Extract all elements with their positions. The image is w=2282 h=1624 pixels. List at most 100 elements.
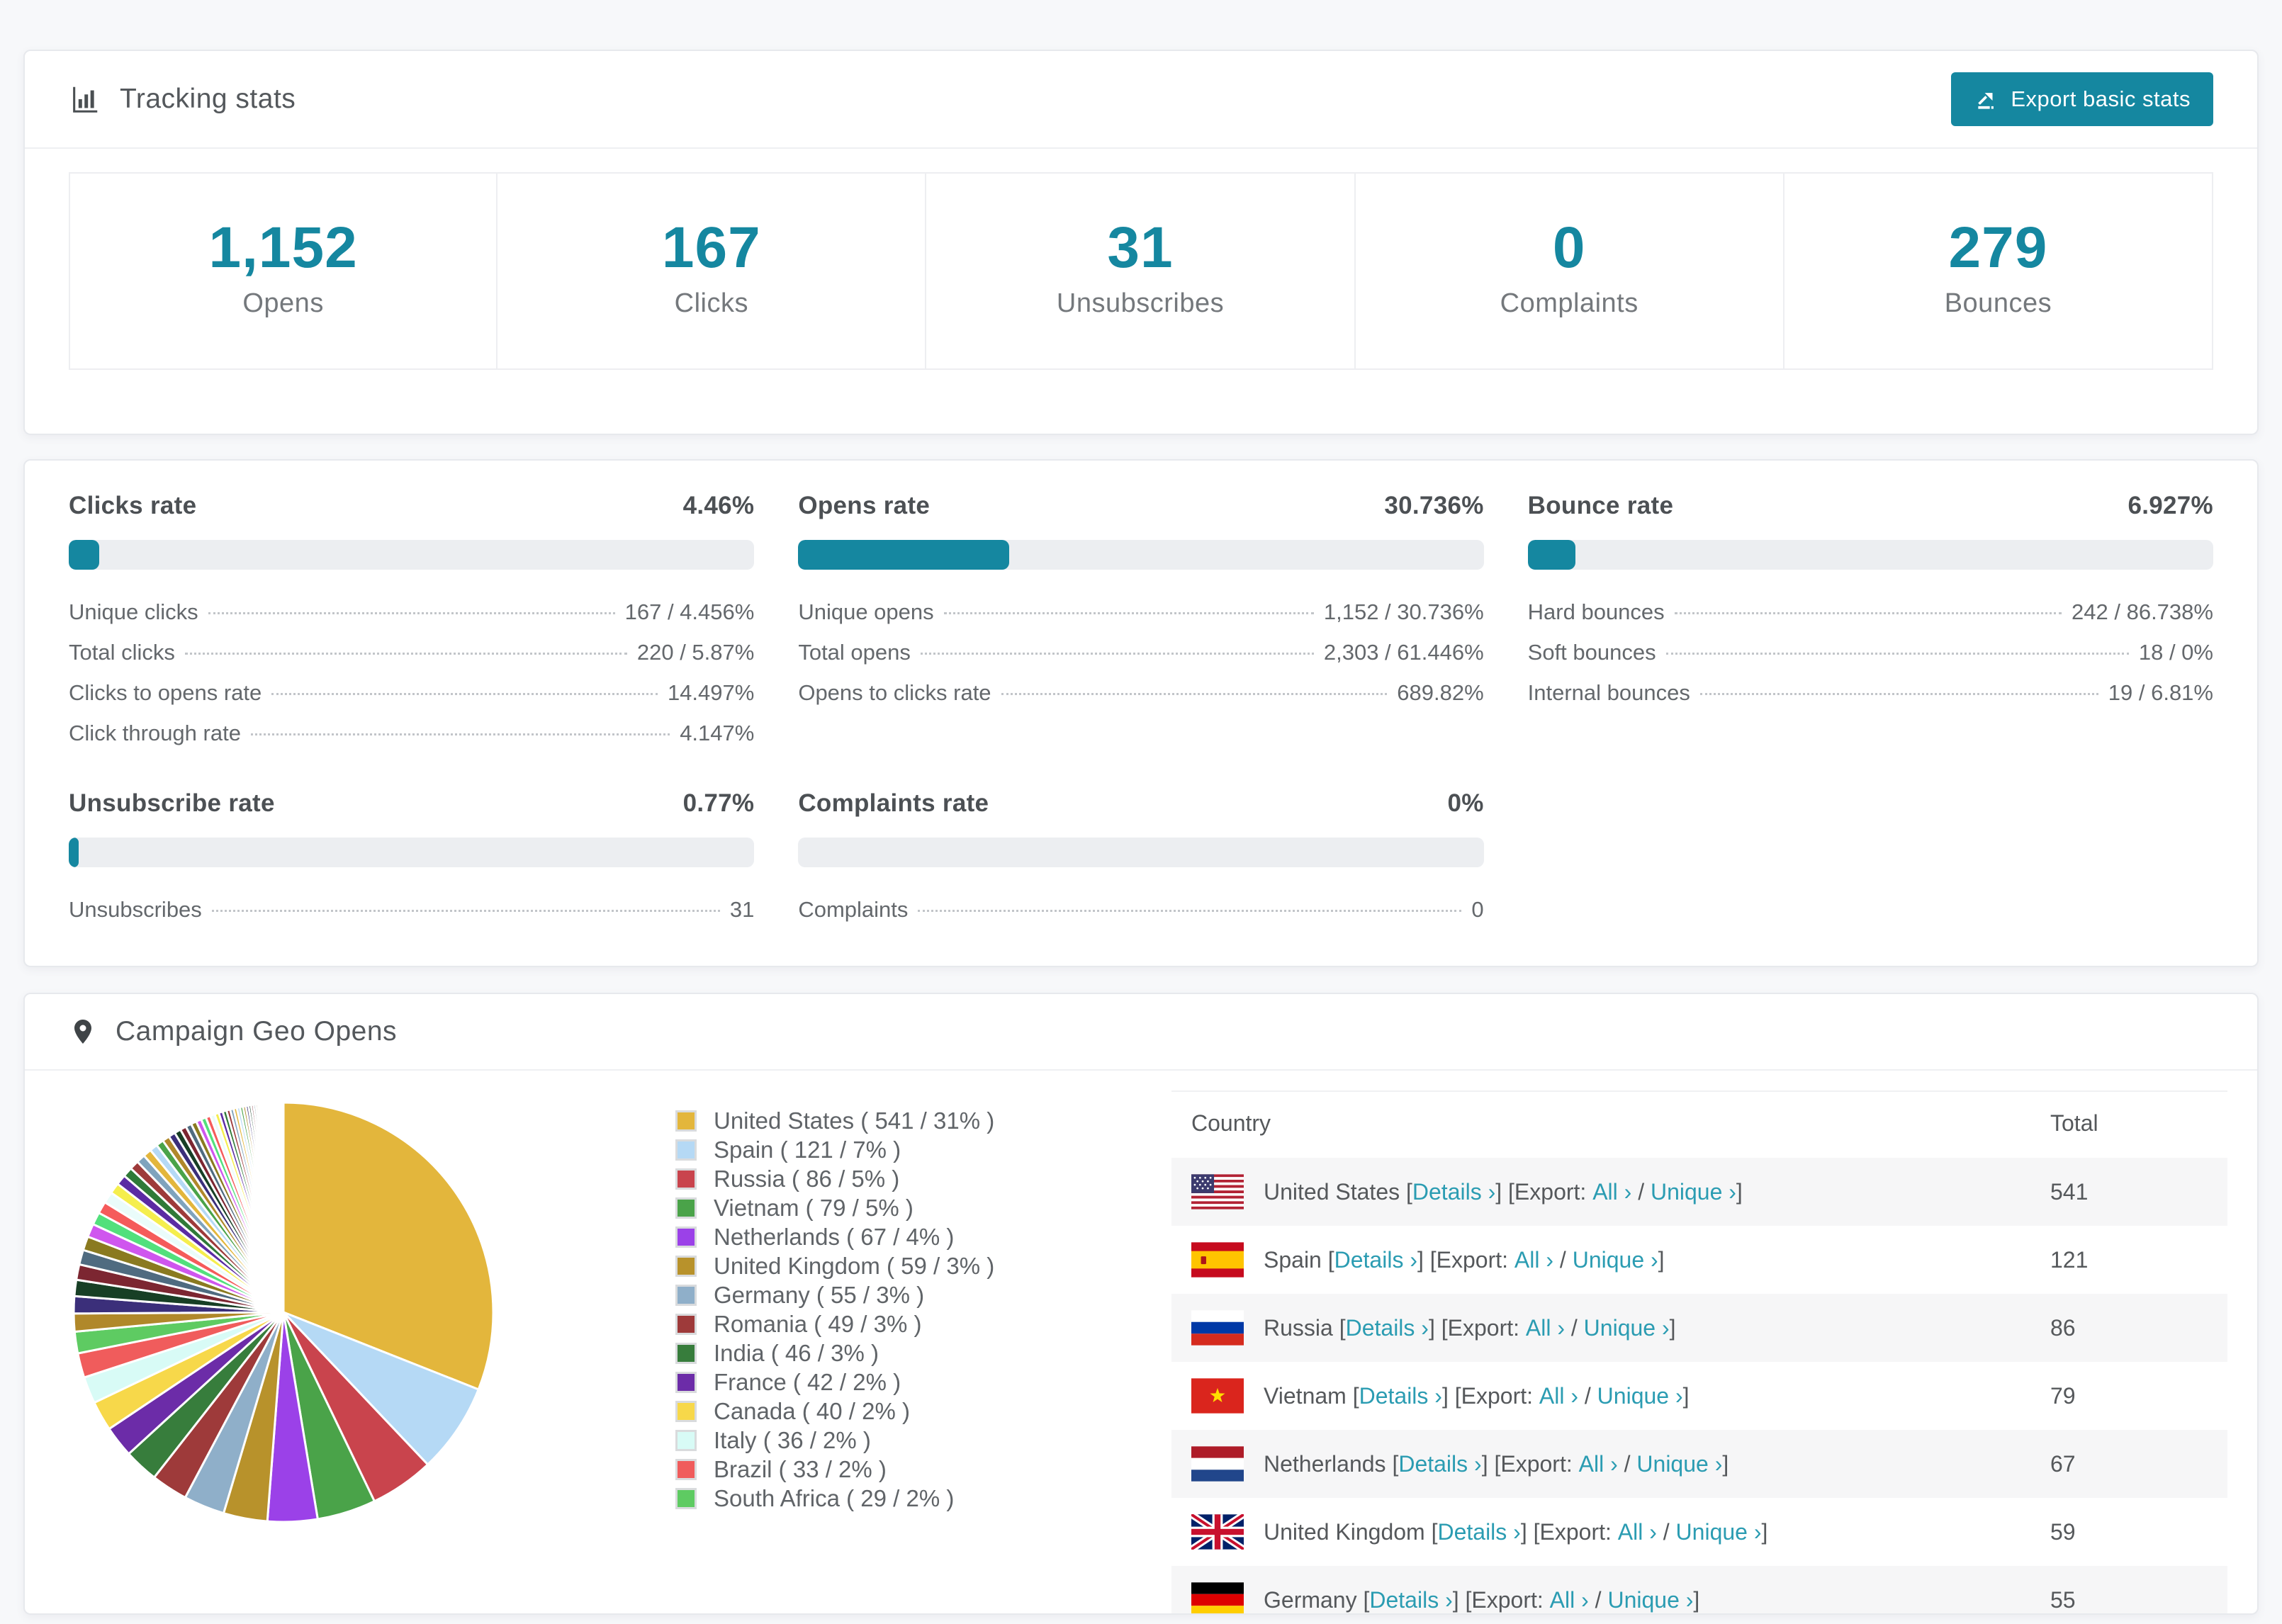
export-all-link[interactable]: All › (1526, 1315, 1565, 1341)
export-unique-link[interactable]: Unique › (1597, 1383, 1683, 1409)
rate-section: Bounce rate 6.927% Hard bounces 242 / 86… (1527, 492, 2213, 761)
rate-detail-row: Soft bounces 18 / 0% (1528, 640, 2213, 680)
country-name: Netherlands (1264, 1450, 1386, 1477)
rate-section: Clicks rate 4.46% Unique clicks 167 / 4.… (69, 492, 755, 761)
flag-ru-icon (1191, 1310, 1244, 1346)
rate-title: Clicks rate (69, 492, 197, 519)
details-link[interactable]: Details › (1369, 1587, 1452, 1613)
rate-detail-value: 31 (729, 897, 755, 922)
dotted-leader (1001, 693, 1388, 695)
export-all-link[interactable]: All › (1618, 1519, 1657, 1545)
stat-box: 1,152 Opens (69, 172, 498, 370)
country-name: Russia (1264, 1314, 1333, 1341)
rate-detail-value: 18 / 0% (2138, 640, 2213, 665)
flag-de-icon (1191, 1582, 1244, 1613)
legend-swatch (675, 1139, 697, 1161)
details-link[interactable]: Details › (1346, 1315, 1429, 1341)
rate-detail-label: Click through rate (69, 721, 241, 745)
export-basic-stats-button[interactable]: Export basic stats (1951, 72, 2213, 126)
rate-detail-value: 14.497% (667, 680, 755, 705)
dotted-leader (271, 693, 658, 695)
rate-detail-label: Soft bounces (1527, 640, 1656, 665)
export-all-link[interactable]: All › (1514, 1247, 1553, 1273)
details-link[interactable]: Details › (1398, 1451, 1481, 1477)
legend-item: Netherlands ( 67 / 4% ) (675, 1225, 1115, 1248)
country-name: United States (1264, 1178, 1400, 1205)
rate-detail-label: Total clicks (69, 640, 175, 665)
country-name: Germany (1264, 1586, 1357, 1613)
legend-item: Canada ( 40 / 2% ) (675, 1399, 1115, 1423)
rate-detail-row: Unsubscribes 31 (69, 897, 754, 937)
flag-vn-icon (1191, 1378, 1244, 1414)
rate-detail-value: 220 / 5.87% (636, 640, 755, 665)
legend-label: France ( 42 / 2% ) (714, 1369, 901, 1395)
legend-swatch (675, 1487, 697, 1509)
legend-label: Russia ( 86 / 5% ) (714, 1166, 900, 1192)
country-name: Vietnam (1264, 1382, 1347, 1409)
geo-table-header-row: Country Total (1171, 1090, 2227, 1158)
rate-title: Bounce rate (1527, 492, 1674, 519)
rate-title: Unsubscribe rate (69, 789, 275, 817)
export-unique-link[interactable]: Unique › (1676, 1519, 1762, 1545)
dotted-leader (1699, 693, 2098, 695)
rate-value: 0% (1447, 789, 1484, 817)
geo-table-wrap: Country Total United States [Details ›] … (1171, 1090, 2227, 1613)
details-link[interactable]: Details › (1359, 1383, 1442, 1409)
rate-detail-value: 0 (1471, 897, 1484, 922)
geo-title-text: Campaign Geo Opens (116, 1016, 398, 1047)
rate-detail-row: Hard bounces 242 / 86.738% (1528, 599, 2213, 640)
dotted-leader (250, 733, 670, 735)
rates-grid: Clicks rate 4.46% Unique clicks 167 / 4.… (69, 492, 2213, 937)
geo-table-row: Germany [Details ›] [Export: All › / Uni… (1171, 1566, 2227, 1613)
export-all-link[interactable]: All › (1539, 1383, 1578, 1409)
legend-item: Italy ( 36 / 2% ) (675, 1428, 1115, 1452)
progress-bar-fill (798, 540, 1009, 570)
dotted-leader (184, 653, 627, 655)
details-link[interactable]: Details › (1437, 1519, 1520, 1545)
stat-value: 0 (1552, 215, 1586, 280)
export-unique-link[interactable]: Unique › (1573, 1247, 1658, 1273)
country-total: 79 (2050, 1382, 2076, 1409)
rate-detail-label: Complaints (798, 897, 909, 922)
rate-value: 4.46% (682, 492, 755, 519)
rate-detail-value: 19 / 6.81% (2108, 680, 2213, 705)
stat-value: 1,152 (208, 215, 358, 280)
rate-detail-row: Total opens 2,303 / 61.446% (798, 640, 1483, 680)
legend-label: Germany ( 55 / 3% ) (714, 1282, 925, 1308)
stat-box: 167 Clicks (496, 172, 927, 370)
export-unique-link[interactable]: Unique › (1584, 1315, 1670, 1341)
export-unique-link[interactable]: Unique › (1636, 1451, 1722, 1477)
legend-item: Germany ( 55 / 3% ) (675, 1283, 1115, 1307)
export-all-link[interactable]: All › (1550, 1587, 1589, 1613)
legend-swatch (675, 1342, 697, 1364)
legend-label: Netherlands ( 67 / 4% ) (714, 1224, 955, 1250)
legend-swatch (675, 1429, 697, 1451)
export-all-link[interactable]: All › (1579, 1451, 1618, 1477)
legend-label: South Africa ( 29 / 2% ) (714, 1485, 955, 1511)
rate-value: 6.927% (2128, 492, 2213, 519)
geo-title: Campaign Geo Opens (69, 1015, 397, 1048)
details-link[interactable]: Details › (1412, 1179, 1495, 1205)
geo-pie-chart (67, 1096, 521, 1532)
progress-bar (1527, 540, 2213, 570)
export-all-link[interactable]: All › (1592, 1179, 1631, 1205)
progress-bar (798, 838, 1484, 867)
country-total: 55 (2050, 1586, 2076, 1613)
rate-detail-row: Clicks to opens rate 14.497% (69, 680, 754, 721)
legend-swatch (675, 1400, 697, 1422)
rate-value: 0.77% (682, 789, 755, 817)
country-total: 121 (2050, 1246, 2089, 1273)
rates-card: Clicks rate 4.46% Unique clicks 167 / 4.… (23, 459, 2259, 967)
country-total: 86 (2050, 1314, 2076, 1341)
stat-box: 0 Complaints (1354, 172, 1784, 370)
geo-body: United States ( 541 / 31% ) Spain ( 121 … (25, 1071, 2257, 1613)
rate-title: Complaints rate (798, 789, 989, 817)
geo-table-row: Spain [Details ›] [Export: All › / Uniqu… (1171, 1226, 2227, 1294)
stat-label: Unsubscribes (1056, 288, 1225, 318)
export-unique-link[interactable]: Unique › (1607, 1587, 1693, 1613)
details-link[interactable]: Details › (1334, 1247, 1417, 1273)
legend-item: United States ( 541 / 31% ) (675, 1109, 1115, 1132)
dotted-leader (211, 910, 720, 912)
export-unique-link[interactable]: Unique › (1651, 1179, 1736, 1205)
rate-detail-label: Opens to clicks rate (798, 680, 991, 705)
